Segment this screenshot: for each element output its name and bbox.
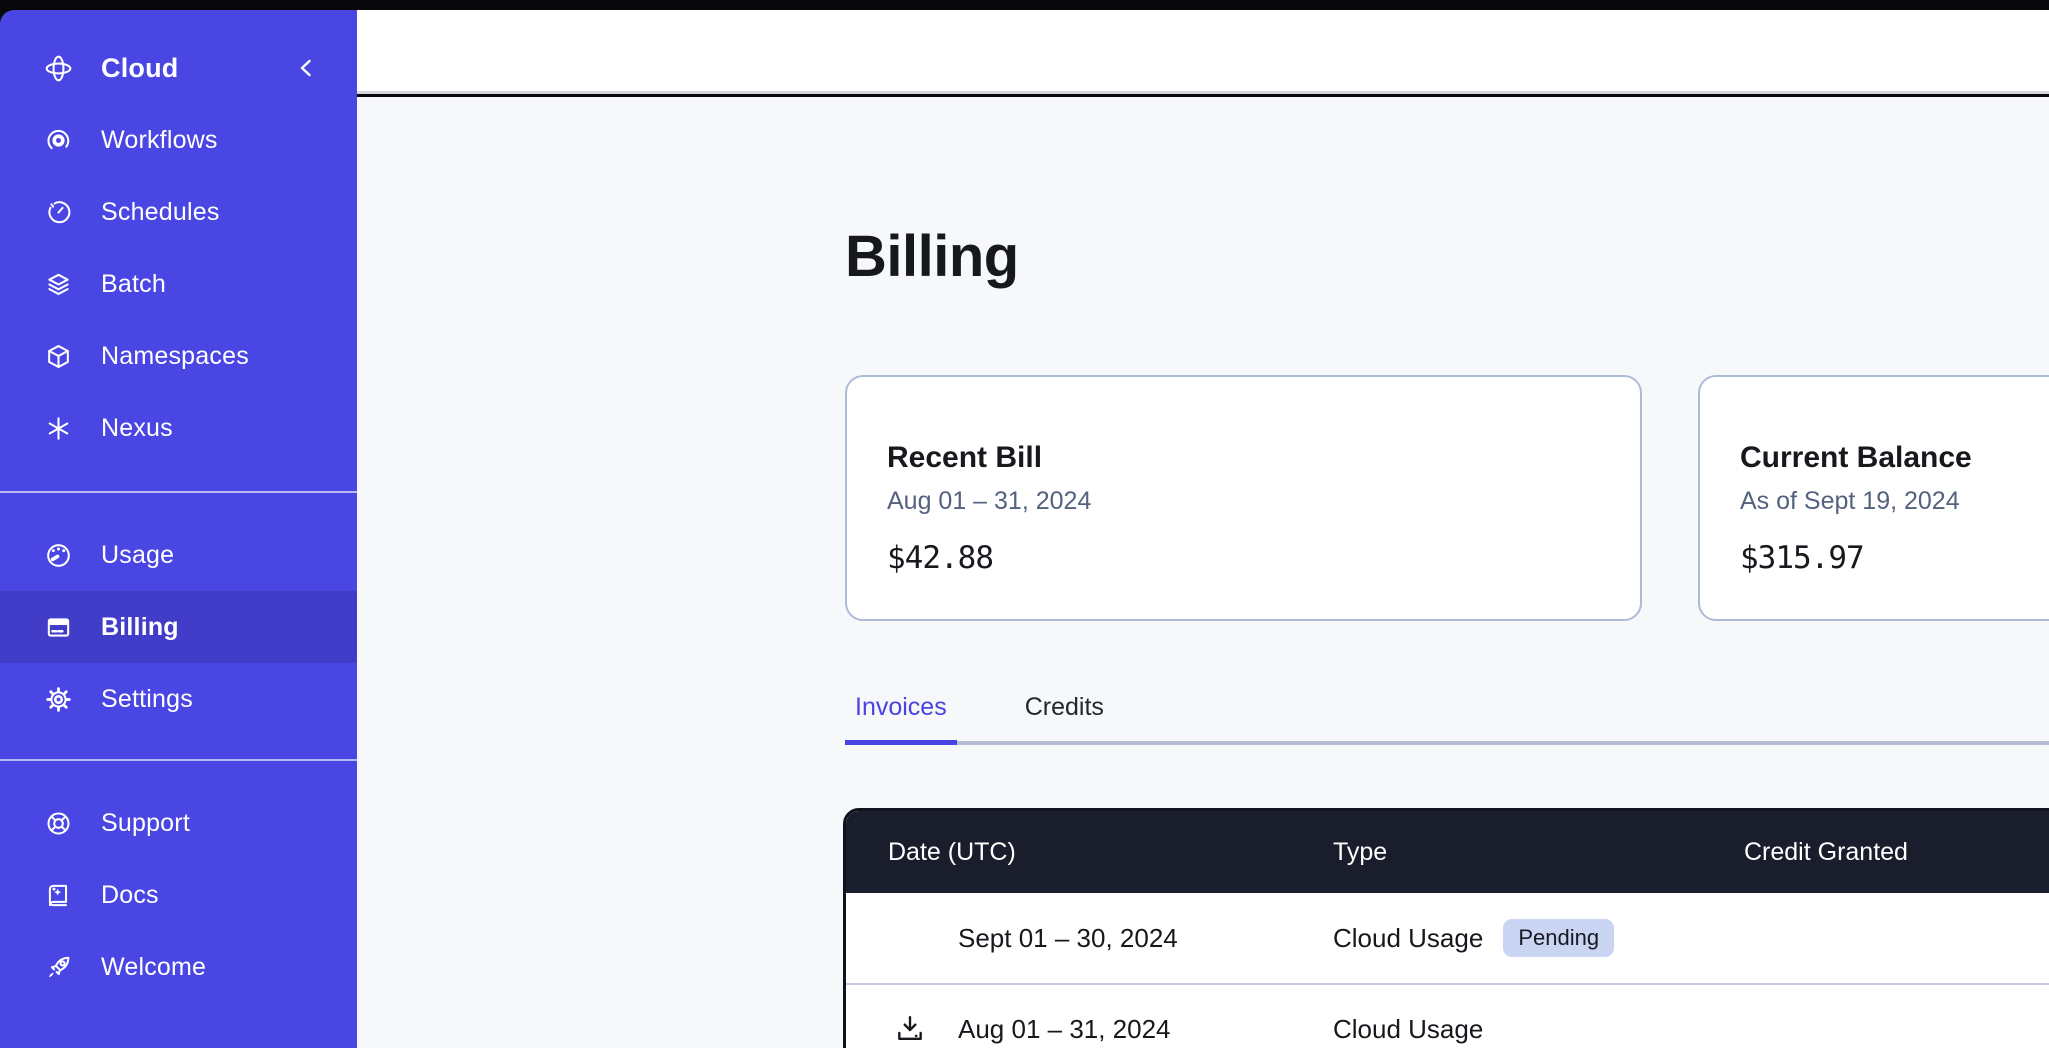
table-header-row: Date (UTC) Type Credit Granted: [846, 811, 2049, 893]
sidebar-item-label: Support: [101, 809, 190, 838]
status-badge: Pending: [1503, 919, 1614, 957]
table-row: Sept 01 – 30, 2024 Cloud Usage Pending: [846, 893, 2049, 983]
docs-book-icon: [44, 881, 73, 910]
sidebar-item-welcome[interactable]: Welcome: [0, 931, 357, 1003]
sidebar-item-support[interactable]: Support: [0, 787, 357, 859]
sidebar-item-batch[interactable]: Batch: [0, 248, 357, 320]
table-row: Aug 01 – 31, 2024 Cloud Usage: [846, 983, 2049, 1048]
recent-bill-card: Recent Bill Aug 01 – 31, 2024 $42.88: [845, 375, 1642, 621]
sidebar-divider: [0, 491, 357, 493]
chevron-left-icon[interactable]: [293, 55, 319, 81]
batch-layers-icon: [44, 270, 73, 299]
billing-tabbar: Invoices Credits: [845, 693, 2049, 745]
sidebar-item-label: Docs: [101, 881, 159, 910]
invoice-type: Cloud Usage: [1333, 1014, 1483, 1045]
sidebar-item-label: Welcome: [101, 953, 206, 982]
card-amount: $315.97: [1740, 540, 2049, 576]
column-header-credit-granted: Credit Granted: [1744, 838, 2049, 867]
sidebar-divider: [0, 759, 357, 761]
sidebar-item-usage[interactable]: Usage: [0, 519, 357, 591]
download-icon[interactable]: [894, 1013, 926, 1045]
sidebar-item-docs[interactable]: Docs: [0, 859, 357, 931]
usage-gauge-icon: [44, 541, 73, 570]
sidebar-item-schedules[interactable]: Schedules: [0, 176, 357, 248]
sidebar-item-nexus[interactable]: Nexus: [0, 392, 357, 464]
sidebar-item-label: Nexus: [101, 414, 173, 443]
settings-gear-icon: [44, 685, 73, 714]
sidebar: Cloud Workflows Schedules Batch: [0, 10, 357, 1048]
sidebar-item-label: Batch: [101, 270, 166, 299]
billing-card-icon: [44, 613, 73, 642]
page-title: Billing: [845, 223, 1019, 290]
top-header-bar: [357, 10, 2049, 94]
card-title: Current Balance: [1740, 441, 2049, 475]
invoice-date: Aug 01 – 31, 2024: [846, 1014, 1333, 1045]
sidebar-item-billing[interactable]: Billing: [0, 591, 357, 663]
card-title: Recent Bill: [887, 441, 1600, 475]
sidebar-item-namespaces[interactable]: Namespaces: [0, 320, 357, 392]
current-balance-card: Current Balance As of Sept 19, 2024 $315…: [1698, 375, 2049, 621]
sidebar-item-label: Settings: [101, 685, 193, 714]
temporal-cloud-icon: [44, 54, 73, 83]
app-window: Cloud Workflows Schedules Batch: [0, 0, 2049, 1048]
namespaces-cube-icon: [44, 342, 73, 371]
card-amount: $42.88: [887, 540, 1600, 576]
card-subtitle: As of Sept 19, 2024: [1740, 487, 2049, 516]
main-content: Billing Recent Bill Aug 01 – 31, 2024 $4…: [357, 97, 2049, 1048]
sidebar-item-label: Usage: [101, 541, 174, 570]
sidebar-item-label: Billing: [101, 613, 179, 642]
sidebar-header-label: Cloud: [101, 53, 178, 84]
sidebar-item-label: Workflows: [101, 126, 218, 155]
workflows-spiral-icon: [44, 126, 73, 155]
column-header-type: Type: [1333, 838, 1744, 867]
column-header-date: Date (UTC): [846, 838, 1333, 867]
sidebar-item-settings[interactable]: Settings: [0, 663, 357, 735]
tab-credits[interactable]: Credits: [1015, 693, 1114, 745]
invoices-table: Date (UTC) Type Credit Granted Sept 01 –…: [843, 808, 2049, 1048]
tab-invoices[interactable]: Invoices: [845, 693, 957, 745]
sidebar-header-cloud[interactable]: Cloud: [0, 40, 357, 96]
invoice-type: Cloud Usage: [1333, 923, 1483, 954]
schedules-clock-icon: [44, 198, 73, 227]
sidebar-item-label: Schedules: [101, 198, 220, 227]
support-lifebuoy-icon: [44, 809, 73, 838]
nexus-asterisk-icon: [44, 414, 73, 443]
invoice-date: Sept 01 – 30, 2024: [846, 923, 1333, 954]
card-subtitle: Aug 01 – 31, 2024: [887, 487, 1600, 516]
sidebar-item-label: Namespaces: [101, 342, 249, 371]
sidebar-item-workflows[interactable]: Workflows: [0, 104, 357, 176]
invoice-date-text: Aug 01 – 31, 2024: [958, 1014, 1171, 1044]
welcome-rocket-icon: [44, 953, 73, 982]
